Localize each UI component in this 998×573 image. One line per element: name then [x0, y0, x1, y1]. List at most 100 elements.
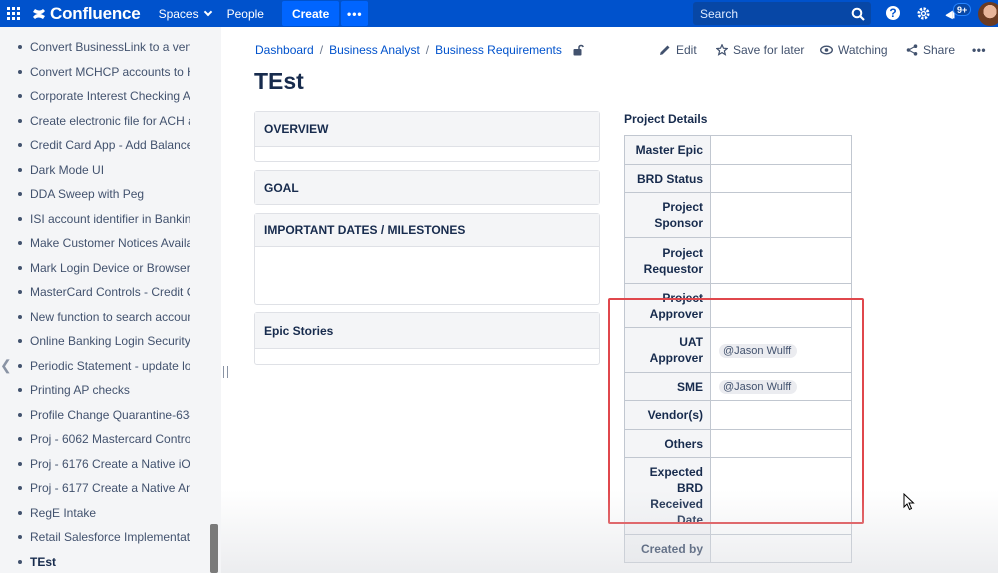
chevron-left-icon[interactable]: ❮: [0, 357, 12, 374]
page-tree-item-label: New function to search account: [30, 309, 190, 324]
page-tree-item[interactable]: Profile Change Quarantine-6342: [0, 403, 190, 428]
overview-panel: OVERVIEW: [254, 111, 600, 162]
epic-stories-heading: Epic Stories: [255, 313, 599, 349]
project-details-title: Project Details: [624, 112, 708, 126]
page-tree-item[interactable]: Retail Salesforce Implementatio: [0, 525, 190, 550]
bullet-icon: [18, 94, 22, 99]
page-tree-item-label: TEst: [30, 554, 57, 569]
row-label: Created by: [624, 534, 711, 563]
page-title: TEst: [254, 68, 304, 94]
page-tree-item-label: Periodic Statement - update log: [30, 358, 190, 373]
unlock-icon[interactable]: [572, 44, 584, 56]
bullet-icon: [18, 339, 22, 344]
page-tree-item[interactable]: New function to search account: [0, 305, 190, 330]
gear-icon[interactable]: [915, 5, 932, 22]
confluence-logo[interactable]: Confluence: [32, 0, 141, 27]
row-label: Project Sponsor: [624, 192, 711, 238]
row-value[interactable]: [710, 192, 852, 238]
page-tree-item-label: ISI account identifier in Banking: [30, 211, 190, 226]
search-icon: [851, 7, 865, 21]
create-more-button[interactable]: •••: [341, 1, 369, 26]
breadcrumb-item-business-requirements[interactable]: Business Requirements: [435, 43, 562, 57]
page-tree-item[interactable]: Periodic Statement - update log: [0, 354, 190, 379]
page-tree-item[interactable]: Dark Mode UI: [0, 158, 190, 183]
page-tree-item[interactable]: Proj - 6062 Mastercard Controls: [0, 427, 190, 452]
page-tree-list: Convert BusinessLink to a vendor Convert…: [0, 35, 221, 573]
page-tree-item[interactable]: Mark Login Device or Browser a: [0, 256, 190, 281]
bullet-icon: [18, 535, 22, 540]
app-switcher-icon[interactable]: [0, 0, 26, 27]
save-for-later-label: Save for later: [733, 43, 805, 57]
page-tree-item[interactable]: Credit Card App - Add Balance: [0, 133, 190, 158]
star-icon: [716, 44, 728, 56]
page-tree-item[interactable]: DDA Sweep with Peg: [0, 182, 190, 207]
bullet-icon: [18, 510, 22, 515]
page-tree-item-label: Proj - 6062 Mastercard Controls: [30, 432, 190, 447]
page-tree-item[interactable]: Proj - 6176 Create a Native iOS: [0, 452, 190, 477]
page-tree-item[interactable]: Make Customer Notices Availab: [0, 231, 190, 256]
breadcrumb: Dashboard / Business Analyst / Business …: [255, 43, 584, 57]
page-tree-item-label: Retail Salesforce Implementatio: [30, 530, 190, 545]
bullet-icon: [18, 290, 22, 295]
bullet-icon: [18, 314, 22, 319]
search-placeholder: Search: [700, 6, 739, 21]
search-input[interactable]: Search: [693, 2, 871, 25]
edit-label: Edit: [676, 43, 697, 57]
page-tree-item-label: Credit Card App - Add Balance: [30, 138, 190, 153]
bullet-icon: [18, 241, 22, 246]
row-label: BRD Status: [624, 164, 711, 193]
row-label: Project Requestor: [624, 237, 711, 284]
chevron-down-icon: [203, 7, 212, 17]
confluence-logo-icon: [33, 8, 45, 19]
goal-panel: GOAL: [254, 170, 600, 205]
important-dates-heading: IMPORTANT DATES / MILESTONES: [255, 214, 599, 247]
bullet-icon: [18, 69, 22, 74]
row-value[interactable]: [710, 135, 852, 165]
page-tree-item[interactable]: Create electronic file for ACH ar: [0, 109, 190, 134]
important-dates-panel: IMPORTANT DATES / MILESTONES: [254, 213, 600, 305]
breadcrumb-separator: /: [425, 43, 430, 57]
more-actions-button[interactable]: •••: [972, 43, 986, 57]
page-tree-item-label: MasterCard Controls - Credit Ca: [30, 285, 190, 300]
table-row: Created by: [624, 534, 852, 563]
page-tree-item[interactable]: Convert MCHCP accounts to HS: [0, 60, 190, 85]
page-tree-item-label: Make Customer Notices Availab: [30, 236, 190, 251]
share-icon: [906, 44, 918, 56]
highlight-box: [608, 298, 864, 524]
people-link[interactable]: People: [227, 7, 264, 21]
bullet-icon: [18, 143, 22, 148]
watching-button[interactable]: Watching: [820, 43, 888, 57]
edit-button[interactable]: Edit: [659, 43, 697, 57]
breadcrumb-item-business-analyst[interactable]: Business Analyst: [329, 43, 420, 57]
share-button[interactable]: Share: [906, 43, 955, 57]
sidebar-resize-handle[interactable]: [223, 366, 228, 378]
eye-icon: [820, 45, 833, 55]
page-tree-item-label: Corporate Interest Checking Alt: [30, 89, 190, 104]
spaces-menu[interactable]: Spaces: [158, 6, 212, 21]
row-value[interactable]: [710, 237, 852, 284]
user-avatar[interactable]: [978, 2, 998, 26]
create-button[interactable]: Create: [281, 1, 340, 26]
sidebar-scrollbar[interactable]: [210, 524, 218, 573]
page-tree-item[interactable]: Proj - 6177 Create a Native And: [0, 476, 190, 501]
page-tree-item[interactable]: ISI account identifier in Banking: [0, 207, 190, 232]
page-tree-item[interactable]: RegE Intake: [0, 501, 190, 526]
help-icon[interactable]: ?: [886, 6, 900, 20]
page-tree-item-label: Create electronic file for ACH ar: [30, 113, 190, 128]
bullet-icon: [18, 437, 22, 442]
row-value[interactable]: [710, 534, 852, 563]
row-value[interactable]: [710, 164, 852, 193]
page-tree-item[interactable]: Printing AP checks: [0, 378, 190, 403]
page-tree-item[interactable]: MasterCard Controls - Credit Ca: [0, 280, 190, 305]
spaces-label: Spaces: [158, 6, 199, 21]
confluence-logo-text: Confluence: [50, 3, 141, 23]
row-label: Master Epic: [624, 135, 711, 165]
page-tree-item[interactable]: Convert BusinessLink to a vendor: [0, 35, 190, 60]
save-for-later-button[interactable]: Save for later: [716, 43, 804, 57]
page-tree-item[interactable]: Online Banking Login Security -: [0, 329, 190, 354]
page-tree-item-label: Convert BusinessLink to a vendor: [30, 40, 190, 55]
page-tree-item-active[interactable]: TEst: [0, 550, 190, 573]
page-tree-item[interactable]: Corporate Interest Checking Alt: [0, 84, 190, 109]
breadcrumb-item-dashboard[interactable]: Dashboard: [255, 43, 314, 57]
bullet-icon: [18, 412, 22, 417]
